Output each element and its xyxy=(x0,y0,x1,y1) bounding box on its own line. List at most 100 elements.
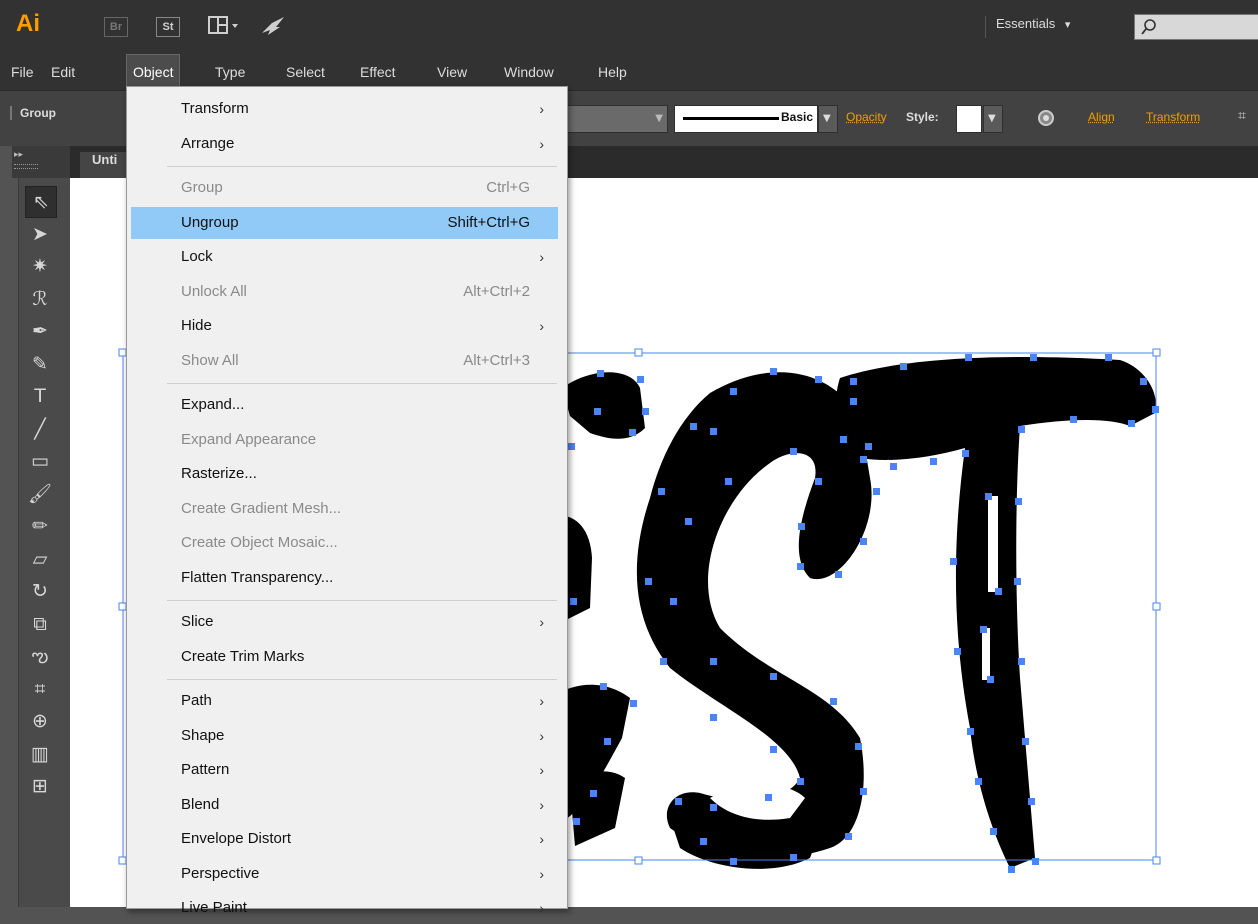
menu-item-expand[interactable]: Expand... xyxy=(131,389,558,421)
object-menu-dropdown: Transform › Arrange › Group Ctrl+G Ungroup Shif… xyxy=(126,86,568,909)
type-icon[interactable]: T xyxy=(25,381,55,411)
opacity-link[interactable]: Opacity xyxy=(846,110,887,124)
pencil-icon[interactable]: ✏ xyxy=(25,511,55,541)
stroke-weight-field[interactable]: ▼ xyxy=(560,105,668,133)
perspective-grid-icon[interactable]: ▥ xyxy=(25,739,55,769)
menu-item-create-trim-marks[interactable]: Create Trim Marks xyxy=(131,641,558,673)
menu-item-show-all[interactable]: Show All Alt+Ctrl+3 xyxy=(131,345,558,377)
lasso-icon[interactable]: ℛ xyxy=(25,284,55,314)
menu-item-label: Create Object Mosaic... xyxy=(181,527,338,559)
menu-item-ungroup[interactable]: Ungroup Shift+Ctrl+G xyxy=(131,207,558,239)
document-tab[interactable]: Unti xyxy=(80,152,129,178)
menu-item-label: Arrange xyxy=(181,128,234,160)
tools-panel: ▸▸ ⇖ ➤ ✷ ℛ ✒ ✎ T ╱ ▭ 🖌 ✏ ▱ ↻ ⧉ ఌ ⌗ ⊕ ▥ ⊞ xyxy=(0,146,70,907)
menu-item-create-object-mosaic[interactable]: Create Object Mosaic... xyxy=(131,527,558,559)
menu-item-label: Group xyxy=(181,172,223,204)
line-segment-icon[interactable]: ╱ xyxy=(25,414,55,444)
menu-type[interactable]: Type xyxy=(215,54,245,90)
menu-help[interactable]: Help xyxy=(598,54,627,90)
style-label: Style: xyxy=(906,110,939,124)
menu-item-label: Expand... xyxy=(181,389,244,421)
menu-item-path[interactable]: Path › xyxy=(131,685,558,717)
curvature-icon[interactable]: ✎ xyxy=(25,349,55,379)
illustrator-logo: Ai xyxy=(16,10,40,38)
menu-item-label: Live Paint xyxy=(181,892,247,924)
menu-item-shape[interactable]: Shape › xyxy=(131,720,558,752)
arrange-documents-icon[interactable] xyxy=(208,15,242,41)
menu-edit[interactable]: Edit xyxy=(51,54,75,90)
graphic-style-swatch[interactable] xyxy=(956,105,982,133)
menu-separator xyxy=(167,166,557,167)
transform-link[interactable]: Transform xyxy=(1146,110,1200,124)
menu-effect[interactable]: Effect xyxy=(360,54,396,90)
mesh-icon[interactable]: ⊞ xyxy=(25,771,55,801)
scale-icon[interactable]: ⧉ xyxy=(25,609,55,639)
workspace-switcher[interactable]: Essentials ▾ xyxy=(985,16,1080,38)
menu-item-shortcut: Alt+Ctrl+3 xyxy=(463,345,530,377)
menu-object[interactable]: Object xyxy=(126,54,180,90)
chevron-right-icon: › xyxy=(539,128,544,160)
eraser-icon[interactable]: ▱ xyxy=(25,544,55,574)
menu-item-label: Perspective xyxy=(181,858,259,890)
stroke-line-preview xyxy=(683,117,779,120)
recolor-artwork-icon[interactable] xyxy=(1036,108,1056,132)
selection-icon[interactable]: ⇖ xyxy=(25,186,57,218)
search-icon xyxy=(1140,18,1158,40)
menu-item-expand-appearance[interactable]: Expand Appearance xyxy=(131,424,558,456)
menu-item-perspective[interactable]: Perspective › xyxy=(131,858,558,890)
menu-item-arrange[interactable]: Arrange › xyxy=(131,128,558,160)
menu-item-create-gradient-mesh[interactable]: Create Gradient Mesh... xyxy=(131,493,558,525)
menu-item-group[interactable]: Group Ctrl+G xyxy=(131,172,558,204)
paintbrush-icon[interactable]: 🖌 xyxy=(25,479,55,509)
menu-file[interactable]: File xyxy=(11,54,34,90)
bridge-button[interactable]: Br xyxy=(104,17,128,37)
stroke-profile-arrow[interactable]: ▼ xyxy=(818,105,838,133)
rectangle-icon[interactable]: ▭ xyxy=(25,446,55,476)
chevron-right-icon: › xyxy=(539,754,544,786)
chevron-down-icon: ▾ xyxy=(1065,19,1071,31)
direct-selection-icon[interactable]: ➤ xyxy=(25,219,55,249)
gpu-performance-icon[interactable] xyxy=(258,13,288,43)
shape-builder-icon[interactable]: ⊕ xyxy=(25,706,55,736)
isolate-icon[interactable]: ⌗ xyxy=(1238,108,1246,124)
magic-wand-icon[interactable]: ✷ xyxy=(25,251,55,281)
collapse-icon[interactable]: ▸▸ xyxy=(14,150,23,160)
stroke-profile-dropdown[interactable]: Basic xyxy=(674,105,818,133)
chevron-down-icon: ▼ xyxy=(655,113,663,124)
stroke-profile-label: Basic xyxy=(781,110,813,124)
search-input[interactable] xyxy=(1134,14,1258,40)
menu-separator xyxy=(167,679,557,680)
workspace-label: Essentials xyxy=(996,16,1055,31)
chevron-right-icon: › xyxy=(539,789,544,821)
menu-item-transform[interactable]: Transform › xyxy=(131,93,558,125)
menu-select[interactable]: Select xyxy=(286,54,325,90)
pen-icon[interactable]: ✒ xyxy=(25,316,55,346)
free-transform-icon[interactable]: ⌗ xyxy=(25,674,55,704)
align-link[interactable]: Align xyxy=(1088,110,1115,124)
tools-panel-header[interactable]: ▸▸ xyxy=(12,146,70,178)
menu-item-unlock-all[interactable]: Unlock All Alt+Ctrl+2 xyxy=(131,276,558,308)
menu-item-envelope-distort[interactable]: Envelope Distort › xyxy=(131,823,558,855)
chevron-right-icon: › xyxy=(539,823,544,855)
warp-icon[interactable]: ఌ xyxy=(25,641,55,671)
menu-item-slice[interactable]: Slice › xyxy=(131,606,558,638)
stock-button[interactable]: St xyxy=(156,17,180,37)
menu-item-hide[interactable]: Hide › xyxy=(131,310,558,342)
menu-item-shortcut: Ctrl+G xyxy=(486,172,530,204)
menu-item-blend[interactable]: Blend › xyxy=(131,789,558,821)
menu-item-pattern[interactable]: Pattern › xyxy=(131,754,558,786)
menu-item-label: Transform xyxy=(181,93,249,125)
menu-item-live-paint[interactable]: Live Paint › xyxy=(131,892,558,924)
menu-item-lock[interactable]: Lock › xyxy=(131,241,558,273)
rotate-icon[interactable]: ↻ xyxy=(25,576,55,606)
chevron-right-icon: › xyxy=(539,93,544,125)
graphic-style-arrow[interactable]: ▼ xyxy=(983,105,1003,133)
menu-separator xyxy=(167,383,557,384)
menu-item-flatten-transparency[interactable]: Flatten Transparency... xyxy=(131,562,558,594)
menu-window[interactable]: Window xyxy=(504,54,554,90)
menu-item-label: Show All xyxy=(181,345,239,377)
menu-item-label: Path xyxy=(181,685,212,717)
chevron-right-icon: › xyxy=(539,858,544,890)
menu-view[interactable]: View xyxy=(437,54,467,90)
menu-item-rasterize[interactable]: Rasterize... xyxy=(131,458,558,490)
